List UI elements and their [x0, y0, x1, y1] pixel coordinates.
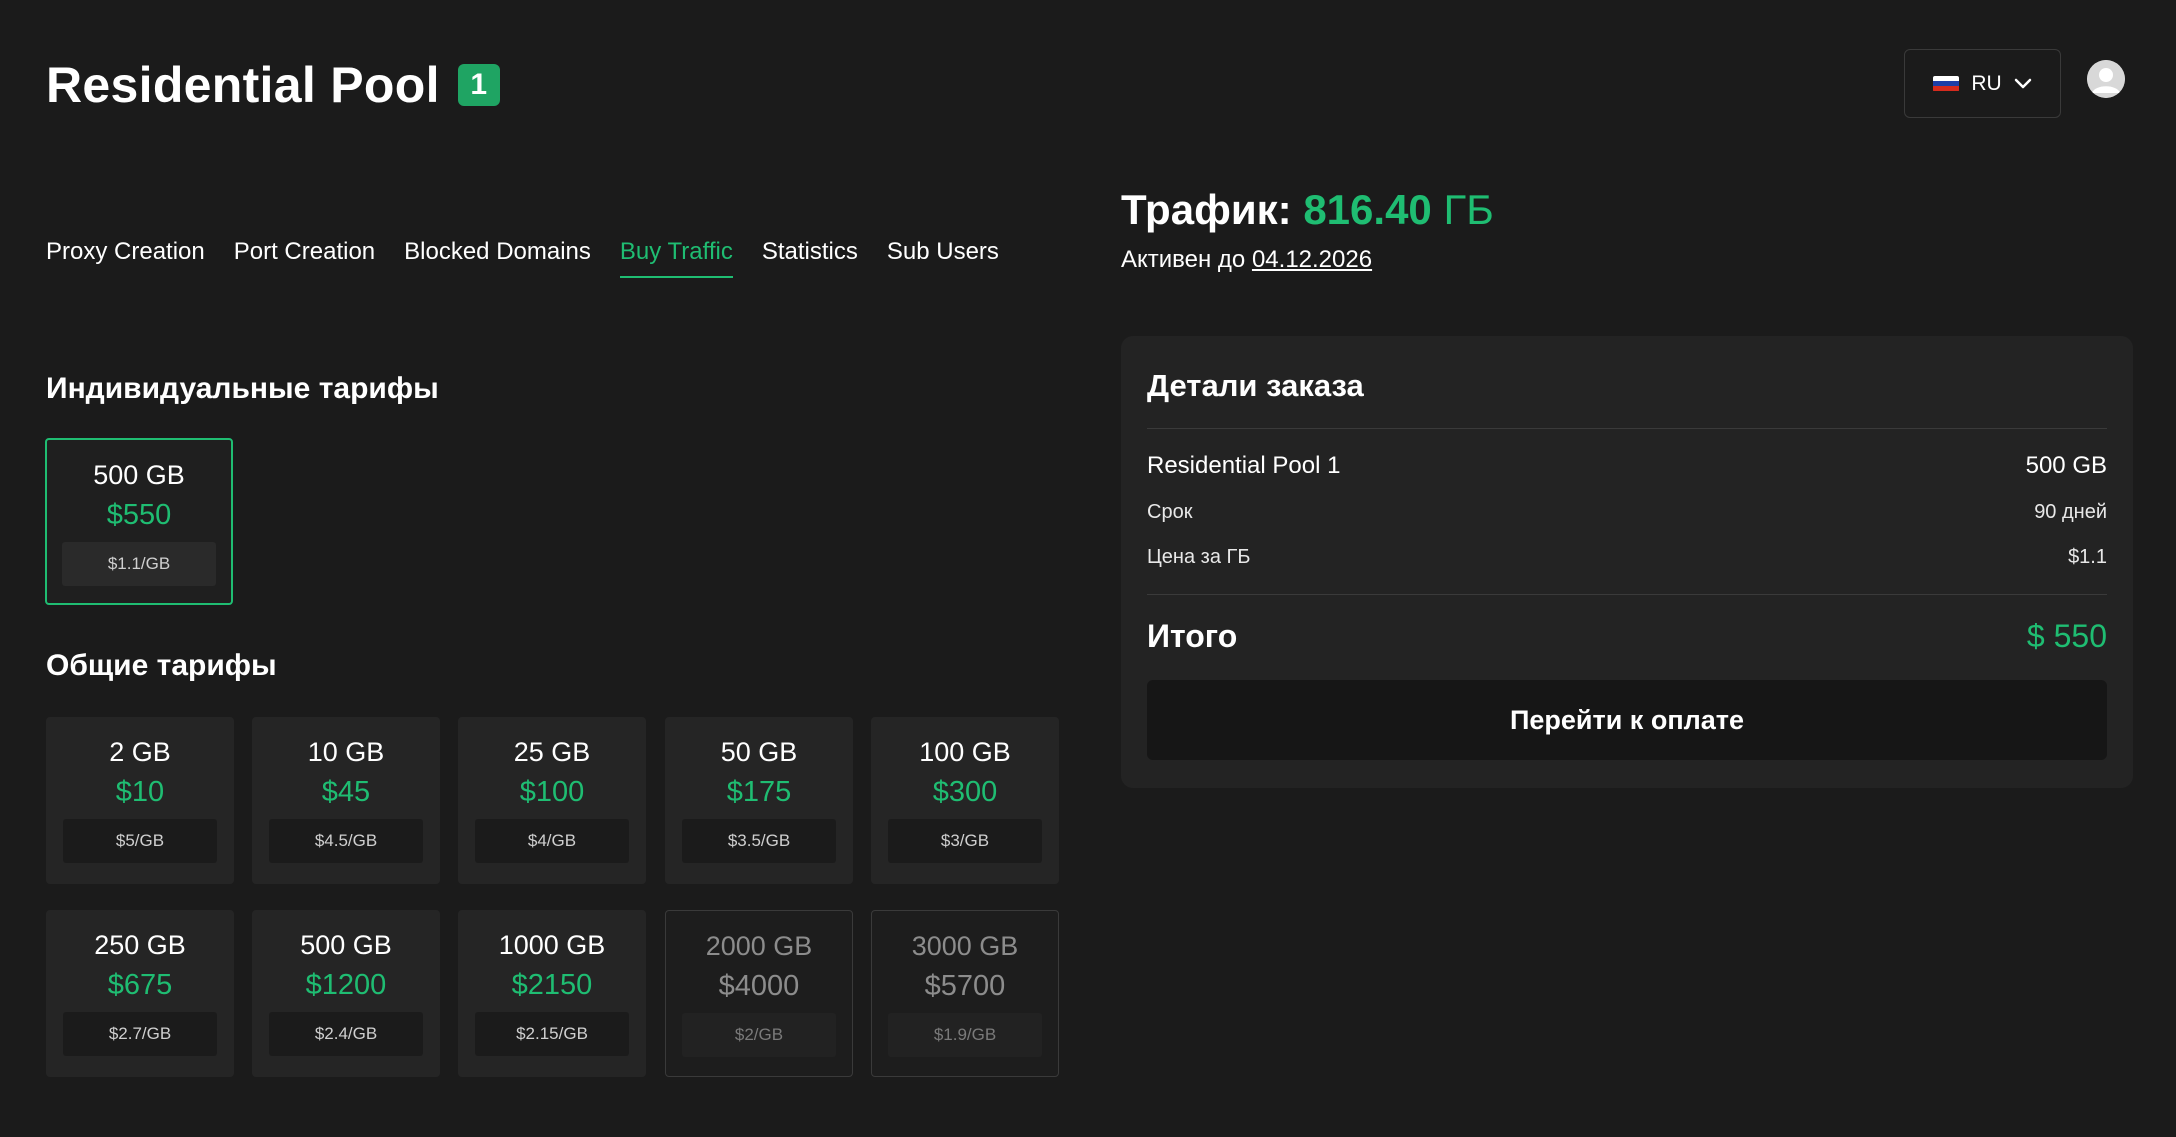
tab-proxy-creation[interactable]: Proxy Creation — [46, 238, 205, 278]
plan-price-per-gb: $2.15/GB — [475, 1012, 629, 1056]
plan-volume: 500 GB — [300, 930, 392, 960]
page-title: Residential Pool — [46, 57, 440, 113]
plan-price: $10 — [115, 776, 165, 808]
common-plan-card[interactable]: 250 GB $675 $2.7/GB — [46, 910, 234, 1077]
order-term-label: Срок — [1147, 501, 1193, 523]
plan-volume: 10 GB — [307, 737, 385, 767]
plan-price-per-gb: $1.1/GB — [62, 542, 216, 586]
plan-price: $300 — [932, 776, 998, 808]
plan-volume: 500 GB — [93, 460, 185, 490]
traffic-label: Трафик: — [1121, 186, 1292, 233]
plan-price-per-gb: $2.7/GB — [63, 1012, 217, 1056]
common-plan-card: 2000 GB $4000 $2/GB — [665, 910, 853, 1077]
order-term-row: Срок 90 дней — [1147, 501, 2107, 524]
order-product-amount: 500 GB — [2025, 452, 2107, 479]
tab-blocked-domains[interactable]: Blocked Domains — [404, 238, 591, 278]
order-term-value: 90 дней — [2034, 501, 2107, 523]
plan-volume: 250 GB — [94, 930, 186, 960]
plan-volume: 50 GB — [720, 737, 798, 767]
individual-plan-card[interactable]: 500 GB $550 $1.1/GB — [45, 438, 233, 605]
plan-price: $675 — [107, 969, 173, 1001]
tab-port-creation[interactable]: Port Creation — [234, 238, 375, 278]
proceed-to-payment-button[interactable]: Перейти к оплате — [1147, 680, 2107, 760]
common-plan-card[interactable]: 1000 GB $2150 $2.15/GB — [458, 910, 646, 1077]
plan-volume: 3000 GB — [911, 931, 1019, 961]
common-plan-card[interactable]: 100 GB $300 $3/GB — [871, 717, 1059, 884]
common-plan-card[interactable]: 2 GB $10 $5/GB — [46, 717, 234, 884]
tab-statistics[interactable]: Statistics — [762, 238, 858, 278]
buy-traffic-page: Residential Pool 1 RU Proxy Creation Port… — [0, 0, 2176, 1137]
plan-volume: 100 GB — [919, 737, 1011, 767]
plan-price: $5700 — [924, 970, 1006, 1002]
plan-price: $4000 — [718, 970, 800, 1002]
plan-price-per-gb: $1.9/GB — [888, 1013, 1042, 1057]
order-product-name: Residential Pool 1 — [1147, 452, 1341, 479]
common-plan-card: 3000 GB $5700 $1.9/GB — [871, 910, 1059, 1077]
plan-volume: 1000 GB — [498, 930, 606, 960]
order-total-value: $ 550 — [2026, 618, 2107, 654]
common-tariffs-heading: Общие тарифы — [46, 649, 277, 682]
plan-price: $100 — [519, 776, 585, 808]
divider — [1147, 594, 2107, 595]
plan-price: $550 — [106, 499, 172, 531]
order-price-label: Цена за ГБ — [1147, 546, 1251, 568]
common-plan-card[interactable]: 50 GB $175 $3.5/GB — [665, 717, 853, 884]
plan-price: $45 — [321, 776, 371, 808]
individual-tariffs-heading: Индивидуальные тарифы — [46, 372, 439, 405]
common-plan-card[interactable]: 25 GB $100 $4/GB — [458, 717, 646, 884]
order-product-row: Residential Pool 1 500 GB — [1147, 452, 2107, 480]
plan-price-per-gb: $3/GB — [888, 819, 1042, 863]
active-until-date[interactable]: 04.12.2026 — [1252, 246, 1372, 273]
tab-buy-traffic[interactable]: Buy Traffic — [619, 238, 733, 278]
russia-flag-icon — [1933, 75, 1960, 92]
tab-sub-users[interactable]: Sub Users — [887, 238, 999, 278]
common-plan-card[interactable]: 10 GB $45 $4.5/GB — [252, 717, 440, 884]
tab-bar: Proxy Creation Port Creation Blocked Domai… — [46, 238, 999, 278]
plan-volume: 2000 GB — [705, 931, 813, 961]
plan-price-per-gb: $5/GB — [63, 819, 217, 863]
user-avatar-icon[interactable] — [2087, 60, 2125, 98]
plan-price-per-gb: $4/GB — [475, 819, 629, 863]
plan-price-per-gb: $2/GB — [682, 1013, 836, 1057]
chevron-down-icon — [2014, 78, 2031, 88]
traffic-balance: Трафик: 816.40 ГБ — [1121, 186, 1494, 234]
order-total-label: Итого — [1147, 618, 1238, 654]
plan-volume: 2 GB — [109, 737, 171, 767]
plan-price: $2150 — [511, 969, 593, 1001]
order-details-panel: Детали заказа Residential Pool 1 500 GB … — [1121, 336, 2133, 788]
common-plan-card[interactable]: 500 GB $1200 $2.4/GB — [252, 910, 440, 1077]
plan-price: $175 — [726, 776, 792, 808]
order-total-row: Итого $ 550 — [1147, 618, 2107, 655]
order-details-title: Детали заказа — [1147, 368, 1364, 403]
traffic-value: 816.40 — [1303, 186, 1432, 233]
language-selector[interactable]: RU — [1904, 49, 2061, 118]
order-price-row: Цена за ГБ $1.1 — [1147, 546, 2107, 569]
pool-number-badge: 1 — [457, 64, 500, 106]
active-until-label: Активен до — [1121, 246, 1246, 273]
plan-price-per-gb: $2.4/GB — [269, 1012, 423, 1056]
plan-price-per-gb: $3.5/GB — [682, 819, 836, 863]
traffic-unit: ГБ — [1443, 186, 1494, 233]
page-header: Residential Pool 1 — [46, 56, 500, 114]
plan-price-per-gb: $4.5/GB — [269, 819, 423, 863]
plan-volume: 25 GB — [513, 737, 591, 767]
language-code: RU — [1971, 71, 2002, 95]
order-price-value: $1.1 — [2068, 546, 2107, 568]
divider — [1147, 428, 2107, 429]
plan-price: $1200 — [305, 969, 387, 1001]
active-until: Активен до 04.12.2026 — [1121, 246, 1372, 274]
